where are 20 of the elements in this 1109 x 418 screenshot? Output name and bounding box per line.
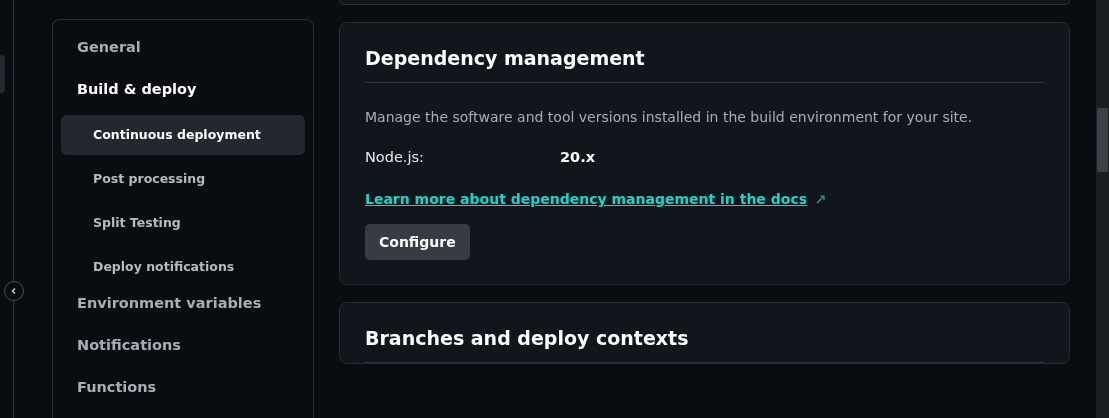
rail-item[interactable] bbox=[0, 55, 5, 93]
nav-item[interactable]: Environment variables bbox=[61, 291, 305, 335]
chevron-left-icon bbox=[10, 287, 18, 295]
nav-item[interactable]: Functions bbox=[61, 375, 305, 418]
nav-subitem[interactable]: Post processing bbox=[61, 159, 305, 199]
nav-subitem[interactable]: Continuous deployment bbox=[61, 115, 305, 155]
docs-link[interactable]: Learn more about dependency management in the docs bbox=[365, 191, 807, 207]
nav-subitem[interactable]: Deploy notifications bbox=[61, 247, 305, 287]
collapse-button[interactable] bbox=[4, 281, 24, 301]
description-text: Manage the software and tool versions installed in the build environment for your site. bbox=[365, 109, 974, 125]
card-title: Dependency management bbox=[365, 23, 1045, 83]
configure-button[interactable]: Configure bbox=[365, 224, 470, 260]
nav-item[interactable]: General bbox=[61, 35, 305, 79]
field-label: Node.js: bbox=[365, 149, 425, 165]
field-value: 20.x bbox=[560, 149, 596, 165]
scroll-thumb[interactable] bbox=[1097, 108, 1108, 172]
card-title: Branches and deploy contexts bbox=[365, 303, 1045, 363]
external-link-icon bbox=[816, 194, 825, 204]
nav-item[interactable]: Notifications bbox=[61, 333, 305, 377]
nav-subitem[interactable]: Split Testing bbox=[61, 203, 305, 243]
